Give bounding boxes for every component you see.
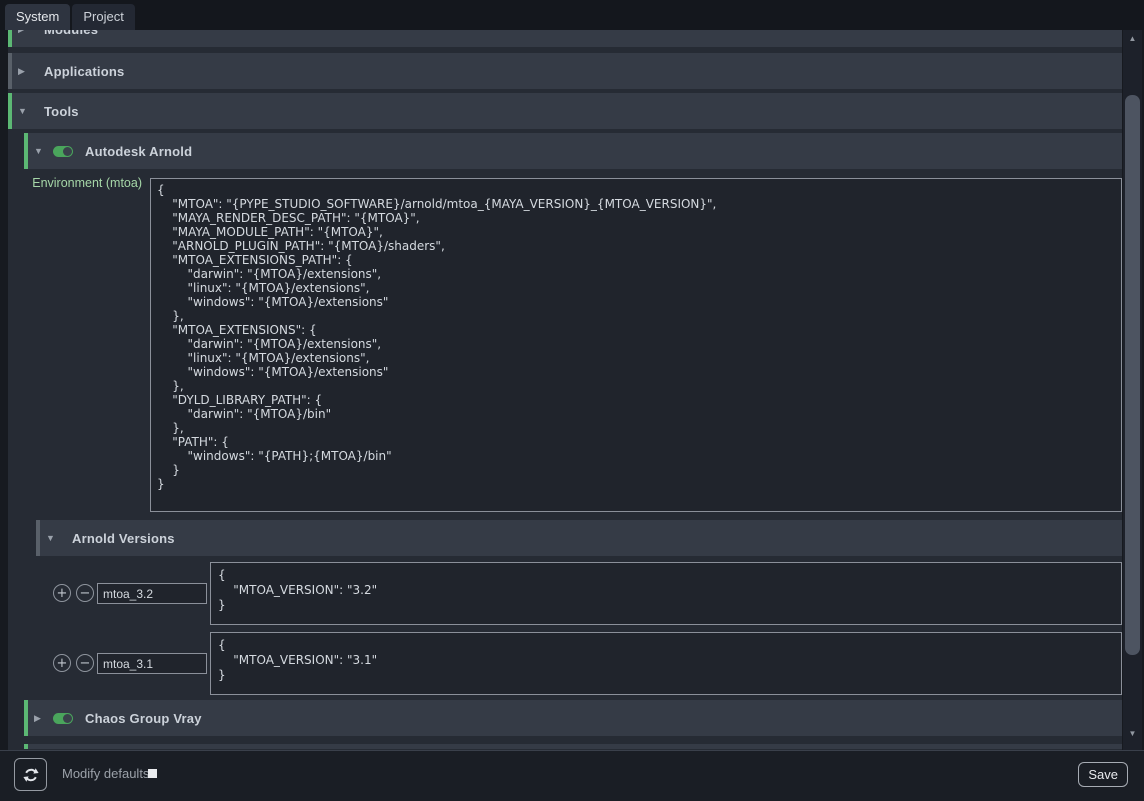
refresh-icon (22, 766, 40, 784)
vray-enabled-toggle[interactable] (53, 713, 73, 724)
section-label: Modules (44, 30, 98, 37)
environment-mtoa-field-wrap: { "MTOA": "{PYPE_STUDIO_SOFTWARE}/arnold… (150, 178, 1122, 512)
section-state-bar (24, 700, 28, 736)
remove-version-button[interactable] (76, 654, 94, 672)
arnold-enabled-toggle[interactable] (53, 146, 73, 157)
section-label: Chaos Group Vray (85, 711, 202, 726)
expand-arrow-icon (46, 534, 58, 543)
add-version-button[interactable] (53, 654, 71, 672)
version-name-input[interactable] (97, 653, 207, 674)
section-state-bar (8, 93, 12, 129)
section-state-bar (24, 133, 28, 169)
section-label: Tools (44, 104, 79, 119)
section-header-tools[interactable]: Tools (8, 93, 1122, 129)
modify-defaults-checkbox[interactable] (148, 769, 157, 778)
section-label: Applications (44, 64, 124, 79)
section-header-autodesk-arnold[interactable]: Autodesk Arnold (24, 133, 1122, 169)
footer-bar: Modify defaults Save (0, 750, 1144, 801)
section-state-bar (24, 744, 28, 749)
section-header-chaos-group-vray[interactable]: Chaos Group Vray (24, 700, 1122, 736)
expand-arrow-icon (18, 107, 30, 116)
version-json-editor[interactable]: { "MTOA_VERSION": "3.1" } (210, 632, 1122, 695)
vertical-scrollbar[interactable] (1123, 30, 1142, 750)
modify-defaults-label: Modify defaults (62, 766, 149, 781)
version-json-editor[interactable]: { "MTOA_VERSION": "3.2" } (210, 562, 1122, 625)
section-state-bar (8, 53, 12, 89)
expand-arrow-icon (18, 67, 30, 76)
section-state-bar (8, 30, 12, 47)
tab-project[interactable]: Project (72, 4, 134, 30)
section-label: Arnold Versions (72, 531, 175, 546)
section-header-applications[interactable]: Applications (8, 53, 1122, 89)
section-header-clipped[interactable] (24, 744, 1122, 749)
scroll-down-arrow-icon[interactable] (1123, 730, 1142, 738)
section-header-modules[interactable]: Modules (8, 30, 1122, 47)
section-state-bar (36, 520, 40, 556)
expand-arrow-icon (34, 147, 46, 156)
refresh-button[interactable] (14, 758, 47, 791)
expand-arrow-icon (18, 30, 30, 34)
settings-scroll-area: Modules Applications Tools Autodesk Arno… (0, 30, 1122, 750)
add-version-button[interactable] (53, 584, 71, 602)
remove-version-button[interactable] (76, 584, 94, 602)
section-header-arnold-versions[interactable]: Arnold Versions (36, 520, 1122, 556)
section-label: Autodesk Arnold (85, 144, 192, 159)
tab-bar: System Project (0, 0, 1144, 30)
tab-system[interactable]: System (5, 4, 70, 30)
environment-mtoa-json-editor[interactable]: { "MTOA": "{PYPE_STUDIO_SOFTWARE}/arnold… (150, 178, 1122, 512)
scrollbar-thumb[interactable] (1125, 95, 1140, 655)
settings-window: System Project Modules Applications Tool… (0, 0, 1144, 801)
environment-mtoa-label: Environment (mtoa) (8, 176, 142, 190)
scroll-up-arrow-icon[interactable] (1123, 35, 1142, 43)
expand-arrow-icon (34, 714, 46, 723)
save-button[interactable]: Save (1078, 762, 1128, 787)
version-name-input[interactable] (97, 583, 207, 604)
